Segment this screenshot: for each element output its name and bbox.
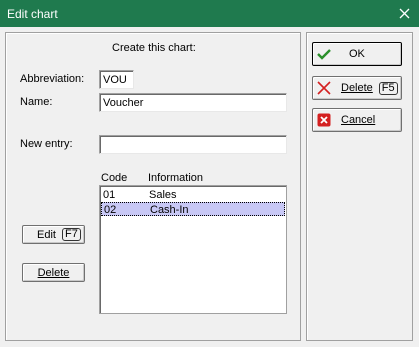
abbreviation-label: Abbreviation: [20, 73, 85, 85]
abbreviation-field[interactable] [99, 70, 134, 89]
ok-button[interactable]: OK [312, 42, 402, 66]
list-item-code: 02 [104, 204, 117, 216]
edit-button[interactable]: Edit F7 [22, 225, 85, 244]
new-entry-label: New entry: [20, 138, 73, 150]
close-icon[interactable] [389, 0, 419, 27]
window-title: Edit chart [7, 7, 58, 21]
edit-button-label: Edit [37, 228, 56, 241]
column-header-code: Code [101, 172, 128, 184]
delete-button[interactable]: Delete F5 [312, 76, 402, 100]
list-item-code: 01 [103, 189, 116, 201]
cancel-button[interactable]: Cancel [312, 108, 402, 132]
cancel-button-label: Cancel [341, 114, 376, 126]
new-entry-field[interactable] [99, 135, 287, 154]
column-header-information: Information [148, 172, 204, 184]
edit-shortcut-key: F7 [61, 228, 81, 241]
checkmark-icon [317, 48, 331, 60]
x-icon [317, 81, 331, 95]
list-item-info: Sales [149, 189, 177, 201]
name-field[interactable] [99, 93, 287, 112]
entries-list[interactable]: 01 Sales 02 Cash-In [99, 185, 287, 314]
ok-button-label: OK [349, 48, 365, 60]
title-bar: Edit chart [0, 0, 419, 27]
name-label: Name: [20, 96, 53, 108]
delete-shortcut-key: F5 [378, 81, 398, 95]
list-item-info: Cash-In [150, 204, 189, 216]
list-item[interactable]: 01 Sales [101, 188, 285, 202]
delete-entry-button[interactable]: Delete [22, 263, 85, 282]
form-heading: Create this chart: [112, 42, 196, 54]
delete-button-label: Delete [341, 82, 373, 94]
cancel-icon [317, 113, 331, 127]
delete-entry-button-label: Delete [37, 266, 70, 279]
list-item-selected[interactable]: 02 Cash-In [101, 202, 285, 216]
